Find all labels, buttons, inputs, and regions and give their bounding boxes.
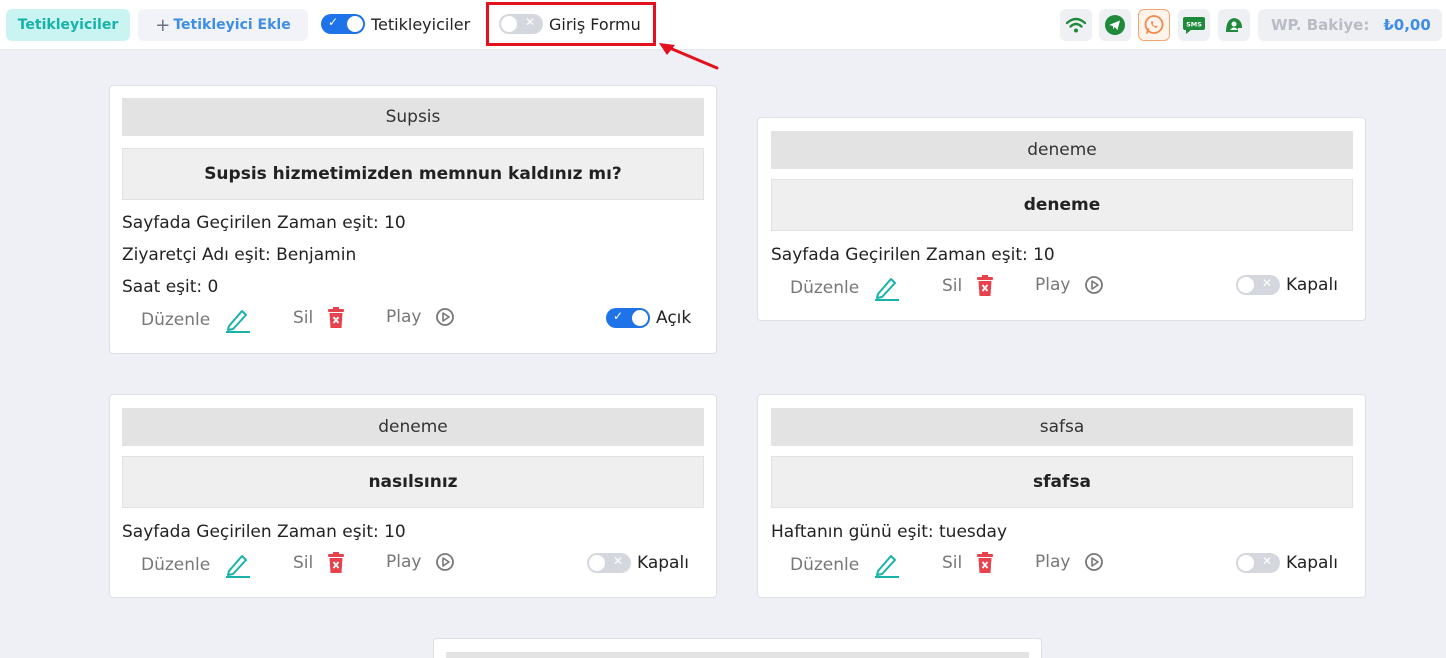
- triggers-toggle[interactable]: ✓ Tetikleyiciler: [321, 14, 470, 34]
- card-status-toggle[interactable]: ✕ Kapalı: [1236, 553, 1338, 573]
- play-button[interactable]: Play: [1035, 275, 1104, 295]
- x-icon: ✕: [1261, 554, 1272, 568]
- play-circle-icon: [436, 553, 455, 571]
- card-message: nasılsınız: [122, 456, 704, 508]
- svg-text:SMS: SMS: [1186, 21, 1202, 29]
- play-circle-icon: [436, 308, 455, 326]
- tab-triggers[interactable]: Tetikleyiciler: [6, 9, 130, 41]
- card-title: Supsis: [122, 98, 704, 136]
- tab-triggers-label: Tetikleyiciler: [17, 17, 119, 33]
- trigger-card: Supsis Supsis hizmetimizden memnun kaldı…: [109, 85, 717, 354]
- triggers-switch[interactable]: ✓: [321, 14, 365, 34]
- delete-button[interactable]: Sil: [293, 552, 345, 574]
- delete-label: Sil: [293, 553, 314, 573]
- card-status-switch[interactable]: ✕: [587, 553, 631, 573]
- card-status-toggle[interactable]: ✕ Kapalı: [1236, 275, 1338, 295]
- whatsapp-icon: [1144, 15, 1164, 34]
- check-icon: ✓: [613, 309, 624, 323]
- highlight-box: [486, 2, 656, 46]
- card-title: deneme: [122, 408, 704, 446]
- delete-button[interactable]: Sil: [942, 275, 994, 297]
- edit-button[interactable]: Düzenle: [790, 552, 903, 578]
- pencil-icon: [875, 555, 900, 578]
- play-circle-icon: [1085, 553, 1104, 571]
- delete-button[interactable]: Sil: [293, 307, 345, 329]
- card-status-toggle[interactable]: ✕ Kapalı: [587, 553, 689, 573]
- sms-status-button[interactable]: SMS: [1178, 9, 1210, 41]
- telegram-status-button[interactable]: [1099, 9, 1131, 41]
- triggers-toggle-label: Tetikleyiciler: [371, 14, 471, 34]
- edit-label: Düzenle: [141, 555, 211, 575]
- card-status-label: Kapalı: [1286, 275, 1338, 295]
- x-icon: ✕: [612, 554, 623, 568]
- trash-icon: [977, 552, 994, 573]
- play-circle-icon: [1085, 276, 1104, 294]
- card-status-toggle[interactable]: ✓ Açık: [606, 308, 691, 328]
- card-status-switch[interactable]: ✕: [1236, 553, 1280, 573]
- delete-label: Sil: [942, 276, 963, 296]
- arrow-icon: [659, 43, 719, 70]
- edit-label: Düzenle: [141, 310, 211, 330]
- delete-label: Sil: [293, 308, 314, 328]
- pencil-icon: [226, 310, 251, 333]
- card-message: deneme: [771, 179, 1353, 231]
- play-label: Play: [1035, 552, 1071, 572]
- play-label: Play: [386, 552, 422, 572]
- wp-balance: WP. Bakiye: ₺0,00: [1258, 9, 1442, 41]
- trigger-card: safsa sfafsa Haftanın günü eşit: tuesday…: [757, 394, 1366, 598]
- trigger-card: deneme nasılsınız Sayfada Geçirilen Zama…: [109, 394, 717, 598]
- card-status-label: Açık: [656, 308, 692, 328]
- balance-value: ₺0,00: [1383, 16, 1431, 34]
- card-condition: Haftanın günü eşit: tuesday: [771, 522, 1008, 542]
- card-status-switch[interactable]: ✓: [606, 308, 650, 328]
- edit-button[interactable]: Düzenle: [141, 307, 254, 333]
- edit-label: Düzenle: [790, 278, 860, 298]
- wifi-icon: [1066, 17, 1086, 33]
- card-message: Supsis hizmetimizden memnun kaldınız mı?: [122, 148, 704, 200]
- contact-status-button[interactable]: [1218, 9, 1250, 41]
- trash-icon: [328, 307, 345, 328]
- edit-button[interactable]: Düzenle: [141, 552, 254, 578]
- wifi-status-button[interactable]: [1060, 9, 1092, 41]
- add-trigger-label: Tetikleyici Ekle: [173, 17, 291, 33]
- play-button[interactable]: Play: [386, 307, 455, 327]
- card-condition: Sayfada Geçirilen Zaman eşit: 10: [122, 213, 406, 233]
- telegram-icon: [1105, 15, 1125, 35]
- pencil-icon: [875, 278, 900, 301]
- trigger-card-partial: [433, 638, 1042, 658]
- sms-icon: SMS: [1183, 17, 1205, 34]
- card-title-partial: [446, 652, 1029, 658]
- edit-label: Düzenle: [790, 555, 860, 575]
- play-button[interactable]: Play: [386, 552, 455, 572]
- trash-icon: [328, 552, 345, 573]
- card-status-label: Kapalı: [637, 553, 689, 573]
- card-title: deneme: [771, 131, 1353, 169]
- check-icon: ✓: [328, 15, 339, 29]
- trash-icon: [977, 275, 994, 296]
- card-condition: Ziyaretçi Adı eşit: Benjamin: [122, 245, 357, 265]
- card-condition: Sayfada Geçirilen Zaman eşit: 10: [771, 245, 1055, 265]
- trigger-card: deneme deneme Sayfada Geçirilen Zaman eş…: [757, 117, 1366, 321]
- card-status-switch[interactable]: ✕: [1236, 275, 1280, 295]
- play-label: Play: [1035, 275, 1071, 295]
- balance-label: WP. Bakiye:: [1271, 16, 1370, 34]
- card-message: sfafsa: [771, 456, 1353, 508]
- delete-button[interactable]: Sil: [942, 552, 994, 574]
- plus-icon: +: [155, 14, 171, 36]
- add-trigger-button[interactable]: + Tetikleyici Ekle: [138, 9, 308, 41]
- play-button[interactable]: Play: [1035, 552, 1104, 572]
- card-condition: Saat eşit: 0: [122, 277, 219, 297]
- x-icon: ✕: [1261, 276, 1272, 290]
- whatsapp-status-button[interactable]: [1138, 9, 1170, 41]
- edit-button[interactable]: Düzenle: [790, 275, 903, 301]
- play-label: Play: [386, 307, 422, 327]
- contact-icon: [1226, 18, 1242, 32]
- card-status-label: Kapalı: [1286, 553, 1338, 573]
- delete-label: Sil: [942, 553, 963, 573]
- card-title: safsa: [771, 408, 1353, 446]
- pencil-icon: [226, 555, 251, 578]
- card-condition: Sayfada Geçirilen Zaman eşit: 10: [122, 522, 406, 542]
